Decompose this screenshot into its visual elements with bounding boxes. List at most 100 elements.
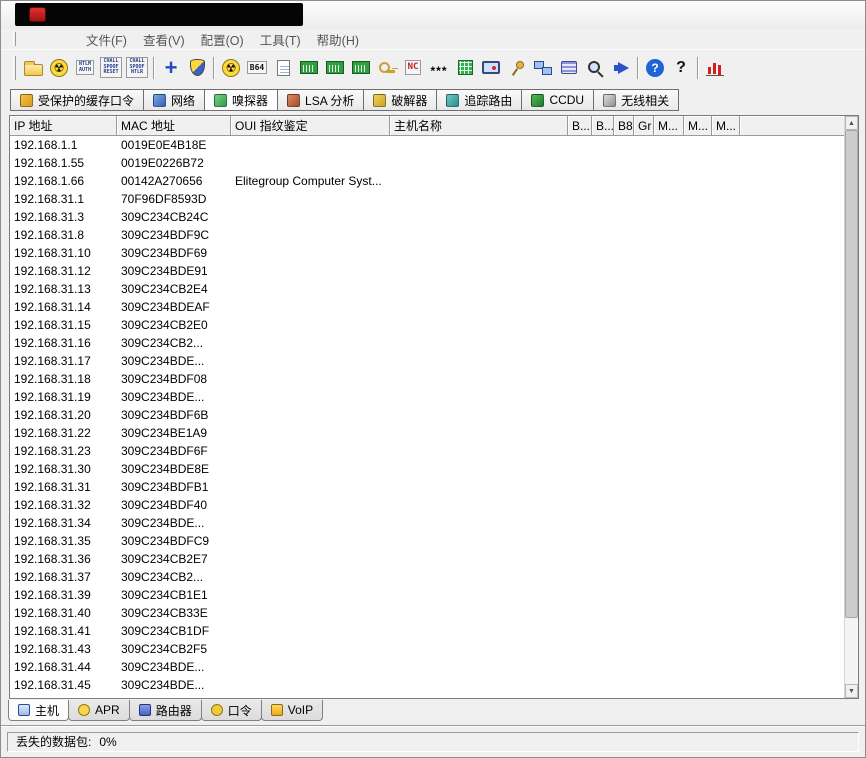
tab-routers[interactable]: 路由器 (128, 700, 202, 721)
decoders-icon[interactable]: ☢ (46, 53, 72, 83)
column-header[interactable]: B... (592, 116, 614, 135)
table-row[interactable]: 192.168.31.19 309C234BDE... (10, 388, 844, 406)
column-header[interactable]: IP 地址 (10, 116, 117, 135)
cisco-config-icon[interactable] (270, 53, 296, 83)
route-table-icon[interactable] (556, 53, 582, 83)
context-help-icon[interactable]: ? (668, 53, 694, 83)
column-header[interactable]: MAC 地址 (117, 116, 231, 135)
table-row[interactable]: 192.168.31.39 309C234CB1E1 (10, 586, 844, 604)
tab-cracker[interactable]: 破解器 (363, 89, 438, 111)
remote-desktop-icon[interactable] (478, 53, 504, 83)
table-row[interactable]: 192.168.1.66 00142A270656 Elitegroup Com… (10, 172, 844, 190)
table-row[interactable]: 192.168.31.16 309C234CB2... (10, 334, 844, 352)
mac-scanner-icon[interactable] (296, 53, 322, 83)
toolbar-grip[interactable] (13, 55, 16, 80)
network-hosts-icon[interactable] (530, 53, 556, 83)
table-row[interactable]: 192.168.31.36 309C234CB2E7 (10, 550, 844, 568)
chall-spoof-ntlr-chip-icon[interactable]: CHALL SPOOF NTLR (124, 53, 150, 83)
column-header[interactable]: B... (568, 116, 592, 135)
table-row[interactable]: 192.168.31.8 309C234BDF9C (10, 226, 844, 244)
table-row[interactable]: 192.168.31.44 309C234BDE... (10, 658, 844, 676)
toolbar-separator[interactable] (634, 55, 642, 81)
tab-label: 无线相关 (621, 93, 670, 108)
tab-network[interactable]: 网络 (143, 89, 206, 111)
add-to-list-icon[interactable]: + (158, 53, 184, 83)
table-row[interactable]: 192.168.31.22 309C234BE1A9 (10, 424, 844, 442)
tab-passwords[interactable]: 口令 (200, 700, 262, 721)
hash-calculator-icon[interactable] (452, 53, 478, 83)
tab-protected-storage[interactable]: 受保护的缓存口令 (10, 89, 145, 111)
vertical-scrollbar[interactable]: ▲ ▼ (844, 116, 858, 698)
arp-tool-icon[interactable] (322, 53, 348, 83)
table-row[interactable]: 192.168.31.23 309C234BDF6F (10, 442, 844, 460)
table-row[interactable]: 192.168.31.17 309C234BDE... (10, 352, 844, 370)
menu-file[interactable]: 文件(F) (78, 28, 135, 51)
tab-sniffer[interactable]: 嗅探器 (204, 89, 279, 111)
menu-tools[interactable]: 工具(T) (252, 28, 309, 51)
oui-lookup-icon[interactable] (582, 53, 608, 83)
keys-dump-icon[interactable] (374, 53, 400, 83)
column-header[interactable]: B8 (614, 116, 634, 135)
tab-lsa-secrets[interactable]: LSA 分析 (277, 89, 365, 111)
chall-spoof-reset-chip-icon[interactable]: CHALL SPOOF RESET (98, 53, 124, 83)
password-reveal-icon[interactable]: *** (426, 53, 452, 83)
scroll-up-button[interactable]: ▲ (845, 116, 858, 130)
menu-configure[interactable]: 配置(O) (193, 28, 252, 51)
table-row[interactable]: 192.168.31.12 309C234BDE91 (10, 262, 844, 280)
column-header[interactable]: M... (712, 116, 740, 135)
base64-decoder-icon[interactable]: B64 (244, 53, 270, 83)
table-row[interactable]: 192.168.31.15 309C234CB2E0 (10, 316, 844, 334)
tab-voip[interactable]: VoIP (260, 700, 324, 721)
tab-apr[interactable]: APR (68, 700, 130, 721)
ntlm-auth-chip-icon[interactable]: NTLM AUTH (72, 53, 98, 83)
column-header[interactable]: OUI 指纹鉴定 (231, 116, 390, 135)
tab-wireless[interactable]: 无线相关 (593, 89, 680, 111)
apr-shield-icon[interactable] (184, 53, 210, 83)
help-info-icon[interactable]: ? (642, 53, 668, 83)
table-row[interactable]: 192.168.1.1 0019E0E4B18E (10, 136, 844, 154)
toolbar-separator[interactable] (150, 55, 158, 81)
tab-ccdu[interactable]: CCDU (521, 89, 595, 111)
table-row[interactable]: 192.168.31.31 309C234BDFB1 (10, 478, 844, 496)
scrollbar-track[interactable] (845, 130, 858, 684)
wireless-pin-icon[interactable] (504, 53, 530, 83)
table-row[interactable]: 192.168.31.13 309C234CB2E4 (10, 280, 844, 298)
nc-tool-icon[interactable]: NC (400, 53, 426, 83)
table-row[interactable]: 192.168.31.14 309C234BDEAF (10, 298, 844, 316)
column-header[interactable]: M... (684, 116, 712, 135)
title-bar[interactable] (1, 1, 865, 29)
table-row[interactable]: 192.168.31.45 309C234BDE... (10, 676, 844, 694)
menu-grip[interactable] (13, 32, 16, 46)
table-row[interactable]: 192.168.31.32 309C234BDF40 (10, 496, 844, 514)
voip-speaker-icon[interactable] (608, 53, 634, 83)
tab-traceroute[interactable]: 追踪路由 (436, 89, 523, 111)
column-header[interactable]: Gr (634, 116, 654, 135)
table-row[interactable]: 192.168.1.55 0019E0226B72 (10, 154, 844, 172)
menu-help[interactable]: 帮助(H) (309, 28, 367, 51)
open-file-icon[interactable] (20, 53, 46, 83)
table-row[interactable]: 192.168.31.30 309C234BDE8E (10, 460, 844, 478)
table-row[interactable]: 192.168.31.34 309C234BDE... (10, 514, 844, 532)
table-row[interactable]: 192.168.31.20 309C234BDF6B (10, 406, 844, 424)
column-header[interactable]: 主机名称 (390, 116, 568, 135)
toolbar-separator[interactable] (210, 55, 218, 81)
table-row[interactable]: 192.168.31.35 309C234BDFC9 (10, 532, 844, 550)
table-row[interactable]: 192.168.31.10 309C234BDF69 (10, 244, 844, 262)
traffic-chart-icon[interactable] (702, 53, 728, 83)
routing-tool-icon[interactable] (348, 53, 374, 83)
scroll-down-button[interactable]: ▼ (845, 684, 858, 698)
table-row[interactable]: 192.168.31.3 309C234CB24C (10, 208, 844, 226)
sniffer-toggle-icon[interactable]: ☢ (218, 53, 244, 83)
table-row[interactable]: 192.168.31.43 309C234CB2F5 (10, 640, 844, 658)
table-row[interactable]: 192.168.31.37 309C234CB2... (10, 568, 844, 586)
table-row[interactable]: 192.168.31.40 309C234CB33E (10, 604, 844, 622)
table-row[interactable]: 192.168.31.1 70F96DF8593D (10, 190, 844, 208)
toolbar-separator[interactable] (694, 55, 702, 81)
table-row[interactable]: 192.168.31.41 309C234CB1DF (10, 622, 844, 640)
table-row[interactable]: 192.168.31.18 309C234BDF08 (10, 370, 844, 388)
column-header[interactable]: M... (654, 116, 684, 135)
menu-view[interactable]: 查看(V) (135, 28, 193, 51)
scrollbar-thumb[interactable] (845, 130, 858, 618)
column-header[interactable] (740, 116, 844, 135)
tab-hosts[interactable]: 主机 (8, 700, 70, 721)
